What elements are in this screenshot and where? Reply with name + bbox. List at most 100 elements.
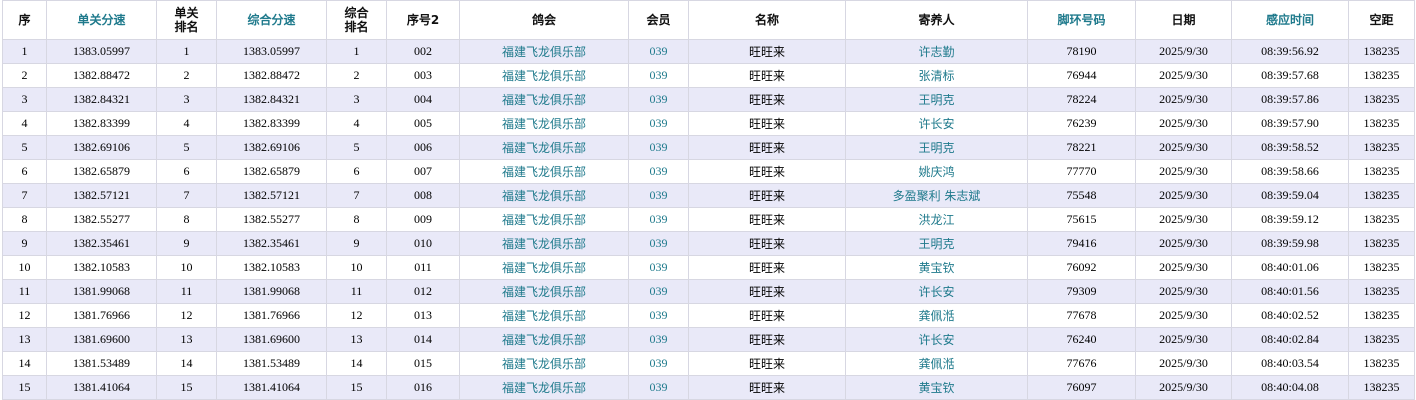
total-speed-cell: 1382.35461 xyxy=(216,231,327,256)
foster-owner-cell[interactable]: 许长安 xyxy=(845,111,1028,136)
club-cell[interactable]: 福建飞龙俱乐部 xyxy=(459,255,629,280)
single-speed-cell: 1381.99068 xyxy=(46,279,157,304)
total-speed-cell: 1382.55277 xyxy=(216,207,327,232)
rank-cell: 9 xyxy=(2,231,47,256)
distance-cell: 138235 xyxy=(1348,207,1415,232)
foster-owner-cell[interactable]: 王明克 xyxy=(845,231,1028,256)
total-rank-cell: 11 xyxy=(326,279,387,304)
foster-owner-cell[interactable]: 龚佩湉 xyxy=(845,303,1028,328)
arrival-time-cell: 08:39:57.86 xyxy=(1231,87,1349,112)
date-cell: 2025/9/30 xyxy=(1135,255,1232,280)
rank-cell: 13 xyxy=(2,327,47,352)
member-cell[interactable]: 039 xyxy=(628,135,689,160)
foster-owner-cell[interactable]: 王明克 xyxy=(845,87,1028,112)
arrival-time-cell: 08:39:59.04 xyxy=(1231,183,1349,208)
header-ring-number-col[interactable]: 脚环号码 xyxy=(1027,0,1136,40)
name-cell: 旺旺来 xyxy=(688,351,846,376)
single-rank-cell: 13 xyxy=(156,327,217,352)
arrival-time-cell: 08:40:01.56 xyxy=(1231,279,1349,304)
club-cell[interactable]: 福建飞龙俱乐部 xyxy=(459,39,629,64)
member-cell[interactable]: 039 xyxy=(628,327,689,352)
club-cell[interactable]: 福建飞龙俱乐部 xyxy=(459,375,629,400)
single-rank-cell: 1 xyxy=(156,39,217,64)
member-cell[interactable]: 039 xyxy=(628,375,689,400)
table-row: 11 1381.99068 11 1381.99068 11 012 福建飞龙俱乐部 039 旺… xyxy=(2,279,1415,304)
member-cell[interactable]: 039 xyxy=(628,87,689,112)
total-rank-cell: 14 xyxy=(326,351,387,376)
member-cell[interactable]: 039 xyxy=(628,111,689,136)
club-cell[interactable]: 福建飞龙俱乐部 xyxy=(459,207,629,232)
rank-cell: 15 xyxy=(2,375,47,400)
foster-owner-cell[interactable]: 王明克 xyxy=(845,135,1028,160)
date-cell: 2025/9/30 xyxy=(1135,231,1232,256)
total-rank-cell: 7 xyxy=(326,183,387,208)
member-cell[interactable]: 039 xyxy=(628,63,689,88)
table-row: 13 1381.69600 13 1381.69600 13 014 福建飞龙俱乐部 039 旺… xyxy=(2,327,1415,352)
club-cell[interactable]: 福建飞龙俱乐部 xyxy=(459,111,629,136)
member-cell[interactable]: 039 xyxy=(628,39,689,64)
member-cell[interactable]: 039 xyxy=(628,183,689,208)
club-cell[interactable]: 福建飞龙俱乐部 xyxy=(459,351,629,376)
date-cell: 2025/9/30 xyxy=(1135,39,1232,64)
ring-number-cell: 77770 xyxy=(1027,159,1136,184)
arrival-time-cell: 08:39:59.98 xyxy=(1231,231,1349,256)
foster-owner-cell[interactable]: 黄宝钦 xyxy=(845,375,1028,400)
total-speed-cell: 1382.84321 xyxy=(216,87,327,112)
foster-owner-cell[interactable]: 黄宝钦 xyxy=(845,255,1028,280)
arrival-time-cell: 08:39:57.90 xyxy=(1231,111,1349,136)
single-rank-cell: 10 xyxy=(156,255,217,280)
serial-cell: 016 xyxy=(386,375,460,400)
header-single-speed-col[interactable]: 单关分速 xyxy=(46,0,157,40)
ring-number-cell: 78224 xyxy=(1027,87,1136,112)
name-cell: 旺旺来 xyxy=(688,303,846,328)
member-cell[interactable]: 039 xyxy=(628,207,689,232)
rank-cell: 5 xyxy=(2,135,47,160)
distance-cell: 138235 xyxy=(1348,327,1415,352)
member-cell[interactable]: 039 xyxy=(628,279,689,304)
total-rank-cell: 6 xyxy=(326,159,387,184)
rank-cell: 6 xyxy=(2,159,47,184)
arrival-time-cell: 08:40:01.06 xyxy=(1231,255,1349,280)
date-cell: 2025/9/30 xyxy=(1135,375,1232,400)
club-cell[interactable]: 福建飞龙俱乐部 xyxy=(459,231,629,256)
club-cell[interactable]: 福建飞龙俱乐部 xyxy=(459,63,629,88)
club-cell[interactable]: 福建飞龙俱乐部 xyxy=(459,159,629,184)
ring-number-cell: 78221 xyxy=(1027,135,1136,160)
foster-owner-cell[interactable]: 张清标 xyxy=(845,63,1028,88)
foster-owner-cell[interactable]: 许长安 xyxy=(845,279,1028,304)
club-cell[interactable]: 福建飞龙俱乐部 xyxy=(459,279,629,304)
club-cell[interactable]: 福建飞龙俱乐部 xyxy=(459,135,629,160)
member-cell[interactable]: 039 xyxy=(628,303,689,328)
foster-owner-cell[interactable]: 姚庆鸿 xyxy=(845,159,1028,184)
club-cell[interactable]: 福建飞龙俱乐部 xyxy=(459,87,629,112)
foster-owner-cell[interactable]: 许志勤 xyxy=(845,39,1028,64)
header-total-speed-col[interactable]: 综合分速 xyxy=(216,0,327,40)
name-cell: 旺旺来 xyxy=(688,111,846,136)
foster-owner-cell[interactable]: 许长安 xyxy=(845,327,1028,352)
date-cell: 2025/9/30 xyxy=(1135,351,1232,376)
member-cell[interactable]: 039 xyxy=(628,351,689,376)
total-rank-cell: 13 xyxy=(326,327,387,352)
member-cell[interactable]: 039 xyxy=(628,159,689,184)
single-rank-cell: 14 xyxy=(156,351,217,376)
member-cell[interactable]: 039 xyxy=(628,255,689,280)
date-cell: 2025/9/30 xyxy=(1135,303,1232,328)
rank-cell: 4 xyxy=(2,111,47,136)
member-cell[interactable]: 039 xyxy=(628,231,689,256)
date-cell: 2025/9/30 xyxy=(1135,87,1232,112)
club-cell[interactable]: 福建飞龙俱乐部 xyxy=(459,327,629,352)
header-arrival-time-col[interactable]: 感应时间 xyxy=(1231,0,1349,40)
foster-owner-cell[interactable]: 龚佩湉 xyxy=(845,351,1028,376)
foster-owner-cell[interactable]: 洪龙江 xyxy=(845,207,1028,232)
club-cell[interactable]: 福建飞龙俱乐部 xyxy=(459,183,629,208)
distance-cell: 138235 xyxy=(1348,183,1415,208)
ring-number-cell: 79309 xyxy=(1027,279,1136,304)
rank-cell: 8 xyxy=(2,207,47,232)
header-serial-col: 序号2 xyxy=(386,0,460,40)
table-row: 5 1382.69106 5 1382.69106 5 006 福建飞龙俱乐部 039 旺旺来王… xyxy=(2,135,1415,160)
single-speed-cell: 1381.69600 xyxy=(46,327,157,352)
foster-owner-cell[interactable]: 多盈聚利 朱志斌 xyxy=(845,183,1028,208)
club-cell[interactable]: 福建飞龙俱乐部 xyxy=(459,303,629,328)
single-rank-cell: 4 xyxy=(156,111,217,136)
distance-cell: 138235 xyxy=(1348,231,1415,256)
